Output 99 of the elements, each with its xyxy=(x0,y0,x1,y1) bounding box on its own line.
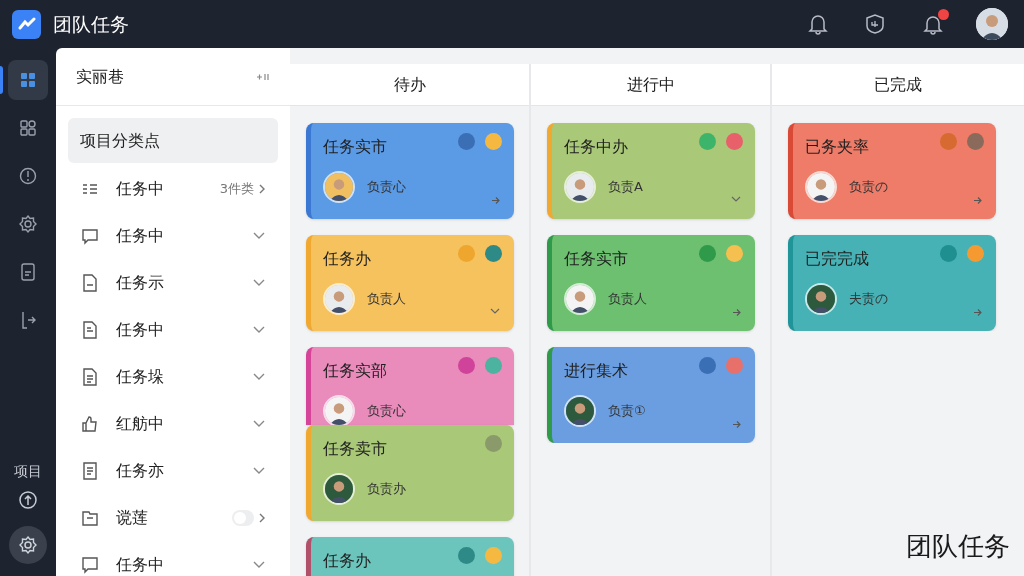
menu-item[interactable]: 项目分类点 xyxy=(68,118,278,163)
menu-item-label: 任务中 xyxy=(116,318,165,341)
chevron-down-icon xyxy=(252,419,266,428)
active-indicator xyxy=(0,66,3,94)
arrow-right-icon[interactable] xyxy=(732,420,741,429)
chevron-right-icon xyxy=(258,182,266,195)
column-title: 已完成 xyxy=(874,73,922,96)
menu-item-label: 项目分类点 xyxy=(80,129,161,152)
menu-item-label: 任务亦 xyxy=(116,459,165,482)
chevron-right-icon xyxy=(258,511,266,524)
app-logo xyxy=(12,9,41,39)
menu-item[interactable]: 任务中 xyxy=(68,306,278,353)
card-title: 任务中办 xyxy=(564,136,628,158)
menu-item[interactable]: 任务示 xyxy=(68,259,278,306)
avatar xyxy=(564,171,596,203)
menu-item[interactable]: 任务中 xyxy=(68,212,278,259)
shield-icon[interactable] xyxy=(864,13,886,35)
settings-button[interactable] xyxy=(9,526,47,564)
card-title: 任务实部 xyxy=(323,360,387,382)
assignee-name: 负责人 xyxy=(367,290,406,309)
card-title: 进行集术 xyxy=(564,360,628,382)
chevron-down-icon xyxy=(252,560,266,569)
card-title: 任务实市 xyxy=(564,248,628,270)
document-icon xyxy=(80,272,100,293)
caption-text: 团队任务 xyxy=(906,530,1010,563)
avatar xyxy=(323,395,355,425)
assignee-name: 负责人 xyxy=(608,290,647,309)
menu-item-label: 任务中 xyxy=(116,177,165,200)
task-card[interactable]: 已完完成 夫责の xyxy=(788,235,996,331)
task-card[interactable]: 任务办 负责人 xyxy=(306,235,514,331)
arrow-right-icon[interactable] xyxy=(732,308,741,317)
panel-title: 实丽巷 xyxy=(76,65,124,88)
card-title: 任务办 xyxy=(323,550,371,572)
avatar xyxy=(805,171,837,203)
avatar xyxy=(323,473,355,505)
chevron-down-icon xyxy=(252,466,266,475)
avatar xyxy=(805,283,837,315)
task-card[interactable]: 任务卖市 负责办 xyxy=(306,425,514,521)
menu-item-label: 任务示 xyxy=(116,271,165,294)
card-title: 已完完成 xyxy=(805,248,869,270)
dashboard-icon[interactable] xyxy=(8,60,48,100)
menu-item[interactable]: 红舫中 xyxy=(68,400,278,447)
task-card[interactable]: 任务实市 负责人 xyxy=(547,235,755,331)
chevron-down-icon xyxy=(252,325,266,334)
count-label: 3件类 xyxy=(219,179,254,198)
menu-item[interactable]: 任务垛 xyxy=(68,353,278,400)
arrow-right-icon[interactable] xyxy=(973,196,982,205)
arrow-right-icon[interactable] xyxy=(491,196,500,205)
chevron-down-icon xyxy=(252,278,266,287)
chevron-down-icon xyxy=(252,231,266,240)
task-card[interactable]: 任务实市 负责心 xyxy=(306,123,514,219)
arrow-right-icon[interactable] xyxy=(973,308,982,317)
document-icon xyxy=(80,366,100,387)
menu-item[interactable]: 任务中 xyxy=(68,541,278,576)
assignee-name: 负责心 xyxy=(367,178,406,197)
assignee-name: 负责の xyxy=(849,178,888,197)
task-card[interactable]: 任务实部 负责心 xyxy=(306,347,514,425)
task-card[interactable]: 任务中办 负责A xyxy=(547,123,755,219)
sort-icon[interactable] xyxy=(256,71,270,82)
menu-item[interactable]: 任务亦 xyxy=(68,447,278,494)
task-card[interactable]: 进行集术 负责① xyxy=(547,347,755,443)
assignee-name: 夫责の xyxy=(849,290,888,309)
assignee-name: 负责① xyxy=(608,402,646,421)
chevron-down-icon[interactable] xyxy=(490,308,500,315)
card-title: 已务夹率 xyxy=(805,136,869,158)
document-icon xyxy=(80,460,100,481)
task-card[interactable]: 任务办 xyxy=(306,537,514,576)
user-avatar[interactable] xyxy=(976,8,1008,40)
avatar xyxy=(323,283,355,315)
thumbs-up-icon xyxy=(80,413,100,434)
menu-item-label: 谠莲 xyxy=(116,506,149,529)
assignee-name: 负责办 xyxy=(367,480,406,499)
task-card[interactable]: 已务夹率 负责の xyxy=(788,123,996,219)
card-title: 任务办 xyxy=(323,248,371,270)
assignee-name: 负责A xyxy=(608,178,643,197)
document-icon xyxy=(80,319,100,340)
chevron-down-icon[interactable] xyxy=(731,196,741,203)
app-title: 团队任务 xyxy=(53,11,129,37)
menu-item[interactable]: 任务中 3件类 xyxy=(68,165,278,212)
column-title: 待办 xyxy=(393,73,426,96)
card-title: 任务卖市 xyxy=(323,438,387,460)
chat-icon xyxy=(80,554,100,575)
upload-icon[interactable] xyxy=(18,490,38,510)
menu-item-label: 任务中 xyxy=(116,553,165,576)
column-title: 进行中 xyxy=(626,73,675,96)
card-title: 任务实市 xyxy=(323,136,387,158)
menu-item-label: 任务垛 xyxy=(116,365,165,388)
avatar xyxy=(323,171,355,203)
rail-label: 项目 xyxy=(14,462,42,481)
avatar xyxy=(564,395,596,427)
chevron-down-icon xyxy=(252,372,266,381)
assignee-name: 负责心 xyxy=(367,402,406,421)
gear-icon xyxy=(18,535,38,555)
bell-icon[interactable] xyxy=(922,13,944,35)
avatar xyxy=(564,283,596,315)
menu-item-label: 红舫中 xyxy=(116,412,165,435)
menu-item-label: 任务中 xyxy=(116,224,165,247)
notification-icon[interactable] xyxy=(808,13,828,35)
menu-item[interactable]: 谠莲 xyxy=(68,494,278,541)
